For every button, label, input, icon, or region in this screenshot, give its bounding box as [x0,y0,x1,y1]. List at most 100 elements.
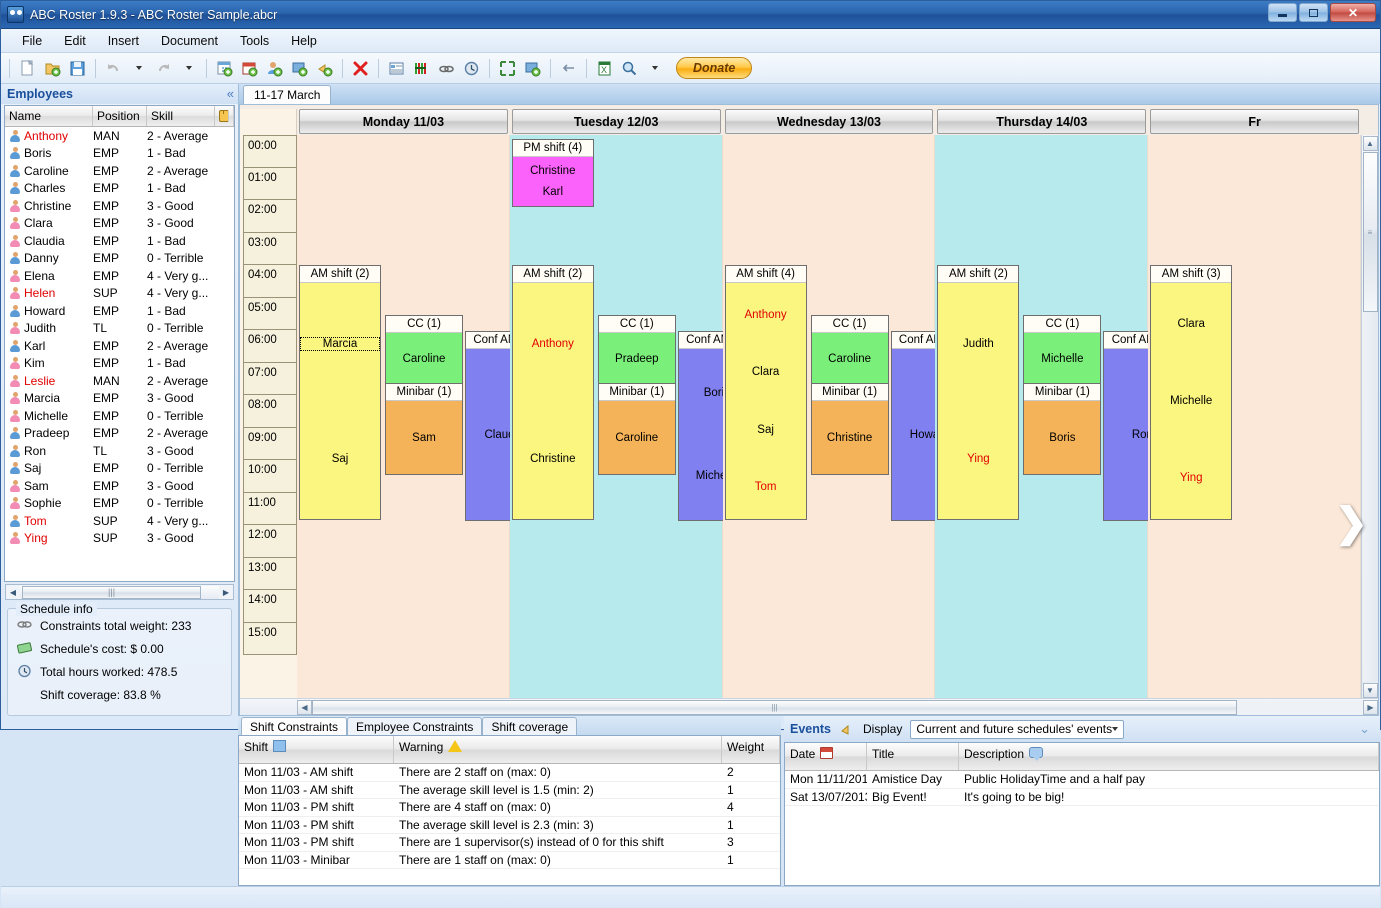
open-folder-icon[interactable] [41,57,64,80]
minimize-button[interactable] [1268,3,1297,22]
add-date-icon[interactable] [238,57,261,80]
table-row[interactable]: Mon 11/03 - AM shiftThe average skill le… [239,782,780,800]
column-header-name[interactable]: Name [5,106,93,126]
employee-row[interactable]: HowardEMP1 - Bad [5,302,234,320]
shift-block[interactable]: AM shift (2)AnthonyChristine [512,265,594,520]
assigned-employee[interactable]: Marcia [300,337,380,351]
delete-icon[interactable] [349,57,372,80]
day-header[interactable]: Fr [1150,109,1359,134]
table-row[interactable]: Sat 13/07/2013Big Event!It's going to be… [785,789,1379,807]
shift-block[interactable]: CC (1)Michelle [1023,315,1101,385]
vscroll-thumb[interactable]: ≡ [1363,152,1378,312]
events-expand-button[interactable]: ⌄ [1359,721,1370,737]
employee-row[interactable]: ElenaEMP4 - Very g... [5,267,234,285]
hscroll-left-arrow-icon[interactable]: ◀ [297,700,312,715]
scroll-up-arrow-icon[interactable]: ▲ [1363,136,1378,151]
employee-row[interactable]: ClaudiaEMP1 - Bad [5,232,234,250]
assigned-employee[interactable]: Ying [938,453,1018,465]
assigned-employee[interactable]: Tom [726,481,806,493]
excel-export-icon[interactable]: X [593,57,616,80]
hscroll-right-arrow-icon[interactable]: ▶ [1363,700,1378,715]
shift-block[interactable]: Minibar (1)Christine [811,383,889,475]
employee-row[interactable]: MichelleEMP0 - Terrible [5,407,234,425]
column-header-title[interactable]: Title [867,743,959,770]
column-header-lock[interactable] [215,106,234,126]
new-document-icon[interactable] [16,57,39,80]
tab-shift-coverage[interactable]: Shift coverage [482,717,577,735]
day-header[interactable]: Thursday 14/03 [937,109,1146,134]
grid-horizontal-scrollbar[interactable]: ◀ ||| ▶ [240,698,1378,715]
column-header-date[interactable]: Date [785,743,867,770]
collapse-sidebar-button[interactable]: « [227,86,232,101]
assigned-employee[interactable]: Clara [1151,318,1231,330]
day-column[interactable]: AM shift (3)ClaraMichelleYing [1148,135,1361,698]
zoom-dropdown-icon[interactable] [643,57,666,80]
menu-document[interactable]: Document [150,31,229,51]
scroll-right-arrow-icon[interactable]: ▶ [219,588,233,597]
shift-block[interactable]: PM shift (4)ChristineKarl [512,139,594,207]
assigned-employee[interactable]: Caroline [386,353,462,365]
column-header-shift[interactable]: Shift [239,736,394,763]
tab-11-17-march[interactable]: 11-17 March [243,85,331,104]
column-header-weight[interactable]: Weight [722,736,780,763]
scroll-down-arrow-icon[interactable]: ▼ [1363,683,1378,698]
menu-help[interactable]: Help [280,31,328,51]
shift-block[interactable]: AM shift (4)AnthonyClaraSajTom [725,265,807,520]
hscroll-thumb[interactable]: ||| [312,700,1237,715]
add-employee-icon[interactable] [263,57,286,80]
donate-button[interactable]: Donate [676,57,752,79]
column-header-position[interactable]: Position [93,106,147,126]
employee-row[interactable]: ClaraEMP3 - Good [5,214,234,232]
employee-row[interactable]: ChristineEMP3 - Good [5,197,234,215]
shift-block[interactable]: Minibar (1)Sam [385,383,463,475]
link-icon[interactable] [435,57,458,80]
employee-row[interactable]: SajEMP0 - Terrible [5,459,234,477]
assigned-employee[interactable]: Caroline [599,432,675,444]
shift-block[interactable]: Minibar (1)Caroline [598,383,676,475]
assigned-employee[interactable]: Saj [726,424,806,436]
scroll-track[interactable]: ||| [20,586,219,599]
assigned-employee[interactable]: Ying [1151,472,1231,484]
column-header-description[interactable]: Description [959,743,1379,770]
table-row[interactable]: Mon 11/03 - PM shiftThere are 1 supervis… [239,834,780,852]
next-week-arrow-icon[interactable]: ❯ [1334,503,1368,543]
table-row[interactable]: Mon 11/03 - PM shiftThe average skill le… [239,817,780,835]
hscroll-track[interactable]: ||| [312,700,1363,715]
day-header[interactable]: Wednesday 13/03 [725,109,934,134]
table-row[interactable]: Mon 11/03 - PM shiftThere are 4 staff on… [239,799,780,817]
employees-horizontal-scrollbar[interactable]: ◀ ||| ▶ [5,584,234,600]
events-filter-select[interactable]: Current and future schedules' events [910,720,1124,739]
employee-row[interactable]: AnthonyMAN2 - Average [5,127,234,145]
grid-vertical-scrollbar[interactable]: ▲ ≡ ▼ [1361,135,1378,698]
table-row[interactable]: Mon 11/11/2013Amistice DayPublic Holiday… [785,771,1379,789]
employee-row[interactable]: HelenSUP4 - Very g... [5,284,234,302]
undo-icon[interactable] [102,57,125,80]
day-column[interactable]: PM shift (4)ChristineKarl AM shift (2)Ant… [510,135,723,698]
assigned-employee[interactable]: Sam [386,432,462,444]
constraints-table[interactable]: Shift Warning Weight Mon 11/03 - AM shif… [238,735,781,886]
assigned-employee[interactable]: Karl [513,186,593,198]
employee-row[interactable]: MarciaEMP3 - Good [5,389,234,407]
employee-row[interactable]: PradeepEMP2 - Average [5,424,234,442]
clock-icon[interactable] [460,57,483,80]
day-column[interactable]: AM shift (2)MarciaSajCC (1)CarolineMinib… [297,135,510,698]
employee-row[interactable]: TomSUP4 - Very g... [5,512,234,530]
employee-row[interactable]: CharlesEMP1 - Bad [5,179,234,197]
shift-block[interactable]: AM shift (2)MarciaSaj [299,265,381,520]
employee-row[interactable]: RonTL3 - Good [5,442,234,460]
shift-block[interactable]: AM shift (2)JudithYing [937,265,1019,520]
shift-block[interactable]: CC (1)Caroline [811,315,889,385]
add-shift-icon[interactable] [288,57,311,80]
employee-row[interactable]: YingSUP3 - Good [5,529,234,547]
add-event-icon[interactable] [313,57,336,80]
table-row[interactable]: Mon 11/03 - MinibarThere are 1 staff on … [239,852,780,870]
vscroll-track[interactable]: ≡ [1363,152,1378,681]
assigned-employee[interactable]: Michelle [1024,353,1100,365]
scroll-left-arrow-icon[interactable]: ◀ [6,588,20,597]
add-schedule-icon[interactable] [213,57,236,80]
column-header-skill[interactable]: Skill [147,106,215,126]
menu-edit[interactable]: Edit [53,31,97,51]
properties-icon[interactable] [385,57,408,80]
employee-row[interactable]: DannyEMP0 - Terrible [5,249,234,267]
employee-row[interactable]: KarlEMP2 - Average [5,337,234,355]
